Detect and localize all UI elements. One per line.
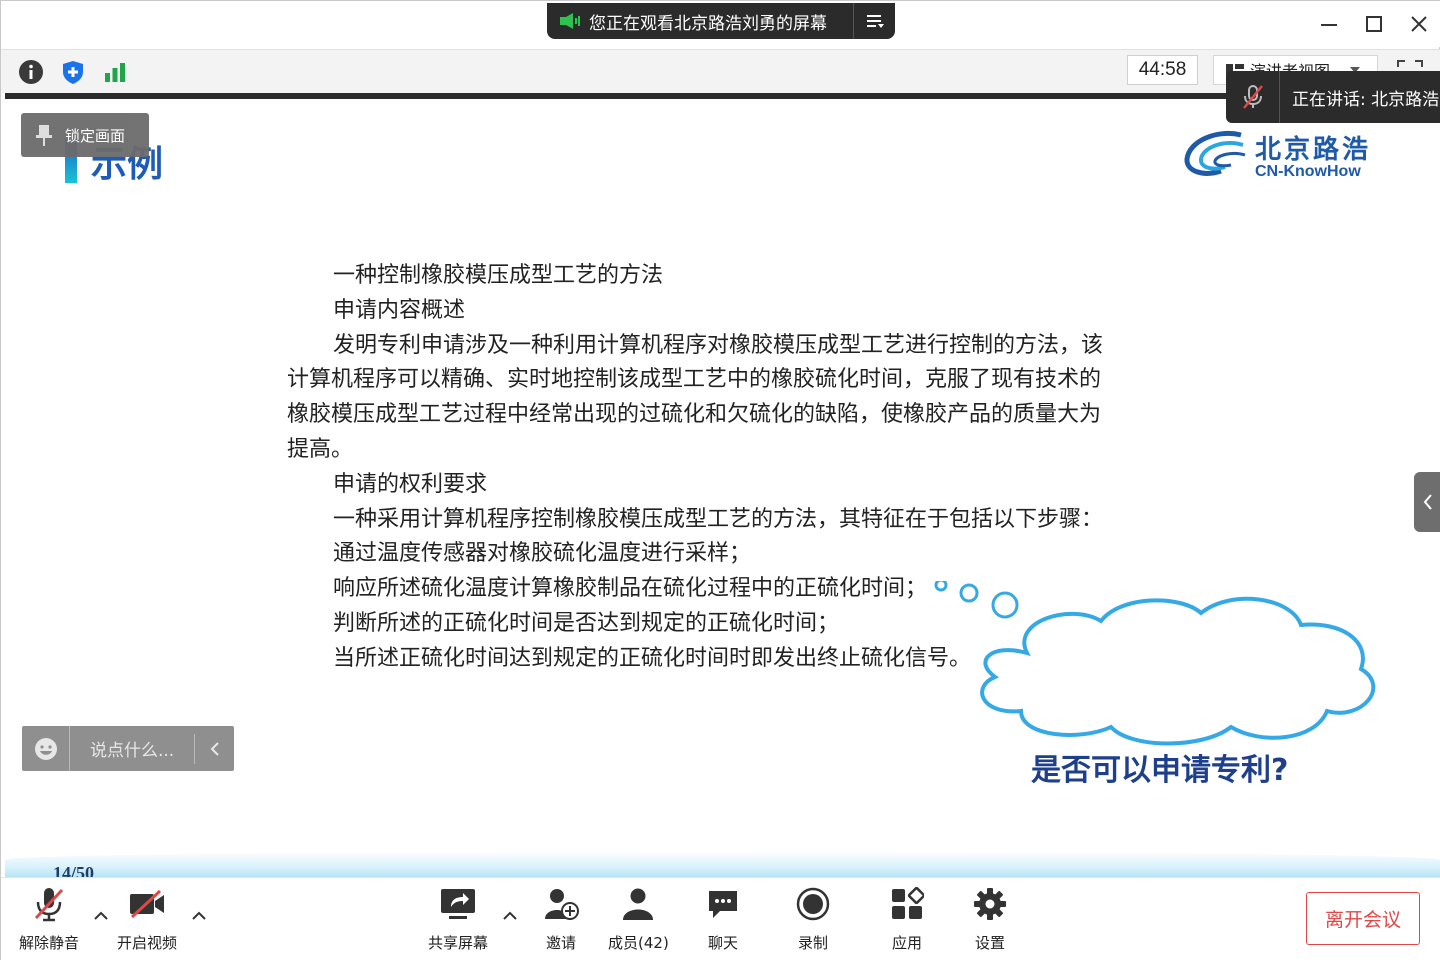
banner-menu-button[interactable]: [853, 3, 895, 39]
members-button[interactable]: 成员(42): [608, 884, 669, 954]
share-banner: 您正在观看北京路浩刘勇的屏幕: [547, 3, 895, 39]
chevron-left-icon: [210, 741, 219, 756]
add-user-icon: [541, 884, 581, 924]
lock-screen-button[interactable]: 锁定画面: [21, 113, 149, 157]
muted-mic-icon: [1226, 71, 1280, 123]
start-video-label: 开启视频: [117, 934, 178, 952]
settings-button[interactable]: 设置: [970, 884, 1010, 954]
gear-icon: [970, 884, 1010, 924]
meeting-window: 您正在观看北京路浩刘勇的屏幕 44:58 示例 北京路浩 CN-KnowHow …: [0, 0, 1440, 960]
close-button[interactable]: [1396, 1, 1440, 47]
settings-label: 设置: [974, 934, 1005, 952]
video-off-icon: [127, 884, 167, 924]
share-screen-label: 共享屏幕: [428, 934, 489, 952]
meeting-controls: 解除静音 开启视频 共享屏幕 邀请 成员(42) 聊天 录制 应用 设置 离开会…: [1, 877, 1440, 960]
body-line: 一种控制橡胶模压成型工艺的方法: [333, 263, 664, 288]
lock-screen-label: 锁定画面: [65, 126, 126, 145]
body-line: 发明专利申请涉及一种利用计算机程序对橡胶模压成型工艺进行控制的方法，该: [333, 332, 1104, 358]
chat-input-bar[interactable]: 说点什么...: [22, 726, 234, 771]
chat-bubble-icon: [703, 884, 743, 924]
body-line: 提高。: [287, 436, 354, 462]
chevron-up-icon[interactable]: [92, 908, 110, 922]
share-screen-icon: [438, 884, 478, 924]
speaking-label: 正在讲话: 北京路浩: [1292, 89, 1440, 110]
body-line: 一种采用计算机程序控制橡胶模压成型工艺的方法，其特征在于包括以下步骤：: [333, 506, 1104, 532]
logo-chinese-text: 北京路浩: [1255, 135, 1372, 165]
smiley-icon: [34, 737, 57, 760]
apps-grid-icon: [887, 884, 927, 924]
slide-footer-wave: [5, 851, 1440, 877]
body-line: 申请的权利要求: [333, 471, 488, 497]
record-icon: [793, 884, 833, 924]
chevron-up-icon[interactable]: [501, 908, 519, 922]
chevron-up-icon[interactable]: [190, 908, 208, 922]
chevron-left-icon: [1423, 494, 1432, 510]
security-button[interactable]: [59, 58, 87, 86]
speaking-indicator: 正在讲话: 北京路浩: [1226, 71, 1440, 123]
muted-mic-icon: [29, 884, 69, 924]
invite-label: 邀请: [545, 934, 576, 952]
invite-button[interactable]: 邀请: [541, 884, 581, 954]
minimize-button[interactable]: [1306, 1, 1351, 47]
maximize-icon: [1365, 16, 1382, 32]
logo-english-text: CN-KnowHow: [1255, 163, 1361, 180]
menu-icon: [866, 15, 884, 28]
signal-bars-icon: [105, 63, 125, 82]
record-label: 录制: [797, 934, 828, 952]
side-panel-toggle[interactable]: [1414, 472, 1440, 532]
minimize-icon: [1320, 24, 1337, 26]
body-line: 申请内容概述: [333, 297, 466, 323]
close-icon: [1410, 16, 1427, 32]
unmute-label: 解除静音: [19, 934, 80, 952]
chat-input-placeholder[interactable]: 说点什么...: [70, 736, 194, 761]
apps-button[interactable]: 应用: [887, 884, 927, 954]
chat-label: 聊天: [707, 934, 738, 952]
maximize-button[interactable]: [1351, 1, 1396, 47]
body-line: 橡胶模压成型工艺过程中经常出现的过硫化和欠硫化的缺陷，使橡胶产品的质量大为: [287, 402, 1102, 428]
info-icon: [19, 60, 43, 84]
leave-meeting-button[interactable]: 离开会议: [1306, 892, 1420, 945]
members-label: 成员(42): [608, 934, 669, 952]
window-controls: [1306, 1, 1440, 47]
thought-cloud: [934, 581, 1376, 746]
chat-button[interactable]: 聊天: [703, 884, 743, 954]
record-button[interactable]: 录制: [793, 884, 833, 954]
info-button[interactable]: [17, 58, 45, 86]
speaker-icon: [560, 13, 580, 29]
meeting-toolbar: 44:58 演讲者视图: [1, 49, 1440, 93]
start-video-button[interactable]: 开启视频: [117, 884, 177, 954]
share-screen-button[interactable]: 共享屏幕: [428, 884, 488, 954]
logo-swirl-icon: [1184, 131, 1246, 176]
unmute-button[interactable]: 解除静音: [19, 884, 79, 954]
body-line: 计算机程序可以精确、实时地控制该成型工艺中的橡胶硫化时间，克服了现有技术的: [287, 367, 1102, 393]
cloud-question: 是否可以申请专利?: [1031, 753, 1289, 788]
body-line: 通过温度传感器对橡胶硫化温度进行采样；: [333, 541, 752, 567]
title-bar: 您正在观看北京路浩刘勇的屏幕: [1, 1, 1440, 47]
share-banner-label: 您正在观看北京路浩刘勇的屏幕: [589, 13, 827, 34]
members-icon: [618, 884, 658, 924]
company-logo: 北京路浩 CN-KnowHow: [1181, 127, 1381, 183]
meeting-timer: 44:58: [1127, 55, 1198, 85]
network-status-button[interactable]: [101, 58, 129, 86]
apps-label: 应用: [891, 934, 922, 952]
emoji-button[interactable]: [22, 726, 70, 771]
slide-page-number: 14/50: [53, 863, 95, 877]
pin-icon: [36, 125, 52, 146]
shield-icon: [63, 61, 83, 84]
collapse-chat-button[interactable]: [194, 733, 234, 764]
